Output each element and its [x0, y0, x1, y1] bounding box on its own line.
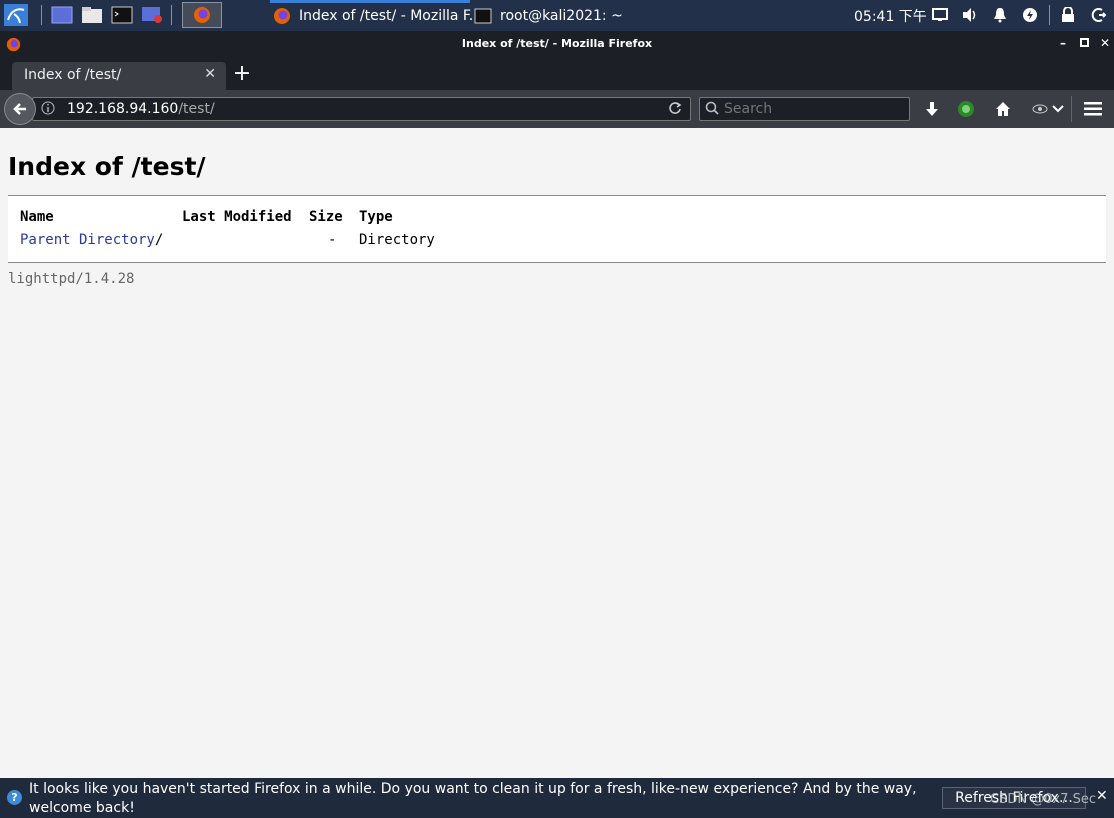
help-icon: ? — [7, 790, 22, 805]
url-bar[interactable]: 192.168.94.160/test/ — [32, 97, 691, 121]
new-tab-icon[interactable]: + — [232, 62, 252, 86]
window-title: Index of /test/ - Mozilla Firefox — [461, 37, 653, 50]
window-titlebar[interactable]: Index of /test/ - Mozilla Firefox – ✕ — [0, 31, 1114, 58]
maximize-icon[interactable] — [1077, 36, 1091, 50]
reload-icon[interactable] — [668, 101, 682, 119]
search-input[interactable] — [724, 100, 904, 118]
column-header-size[interactable]: Size — [309, 209, 343, 225]
chevron-down-icon[interactable] — [1048, 99, 1068, 119]
volume-icon[interactable] — [960, 4, 980, 26]
toolbar-separator — [1071, 96, 1072, 122]
screen-recorder-icon[interactable] — [140, 4, 164, 26]
firefox-icon — [274, 7, 290, 24]
close-notification-icon[interactable]: ✕ — [1096, 788, 1108, 804]
notification-message: It looks like you haven't started Firefo… — [29, 781, 917, 816]
panel-separator — [41, 5, 42, 25]
task-firefox[interactable]: Index of /test/ - Mozilla F... — [273, 0, 482, 31]
panel-separator — [171, 5, 172, 25]
navigation-toolbar: 192.168.94.160/test/ — [0, 90, 1114, 128]
top-panel: Index of /test/ - Mozilla F... root@kali… — [0, 0, 1114, 31]
logout-icon[interactable] — [1088, 4, 1108, 26]
watermark: CSDN @0x7 Sec — [990, 792, 1096, 807]
close-tab-icon[interactable]: ✕ — [204, 66, 216, 82]
display-icon[interactable] — [930, 4, 950, 26]
clock-text: 05:41 下午 — [854, 8, 927, 25]
url-host: 192.168.94.160 — [67, 101, 179, 117]
directory-listing: Name Last Modified Size Type Parent Dire… — [8, 195, 1106, 263]
terminal-icon — [474, 8, 492, 23]
row-type: Directory — [359, 232, 435, 248]
home-icon[interactable] — [993, 99, 1013, 119]
tab-index-of-test[interactable]: Index of /test/ ✕ — [12, 62, 226, 90]
file-manager-icon[interactable] — [80, 4, 104, 26]
tab-strip: Index of /test/ ✕ — [0, 58, 1114, 90]
notification-bar: ? It looks like you haven't started Fire… — [0, 778, 1114, 818]
server-signature: lighttpd/1.4.28 — [8, 271, 135, 287]
lock-icon[interactable] — [1058, 4, 1078, 26]
notification-bell-icon[interactable] — [990, 4, 1010, 26]
terminal-icon[interactable] — [110, 4, 134, 26]
row-size: - — [328, 232, 337, 248]
page-title: Index of /test/ — [8, 152, 206, 181]
site-info-icon[interactable] — [41, 101, 55, 119]
search-icon — [705, 101, 719, 119]
dir-suffix: / — [154, 232, 164, 248]
parent-directory-link[interactable]: Parent Directory — [20, 232, 155, 248]
task-label: root@kali2021: ~ — [500, 7, 623, 24]
task-terminal[interactable]: root@kali2021: ~ — [474, 0, 623, 31]
column-header-modified[interactable]: Last Modified — [182, 209, 292, 225]
url-path: /test/ — [178, 101, 215, 117]
column-header-type[interactable]: Type — [359, 209, 393, 225]
table-row: Parent Directory/ — [20, 232, 163, 248]
task-label: Index of /test/ - Mozilla F... — [299, 7, 483, 24]
search-bar[interactable] — [699, 97, 910, 121]
tracking-icon[interactable] — [1030, 99, 1050, 119]
hamburger-menu-icon[interactable] — [1083, 99, 1103, 119]
column-header-name[interactable]: Name — [20, 209, 54, 225]
extension-icon[interactable] — [956, 99, 976, 119]
back-arrow-icon — [13, 103, 26, 115]
panel-separator — [1049, 5, 1050, 25]
clock[interactable]: 05:41 下午 — [854, 0, 927, 31]
downloads-icon[interactable] — [922, 99, 942, 119]
power-manager-icon[interactable] — [1020, 4, 1040, 26]
kali-menu-icon[interactable] — [3, 4, 29, 26]
back-button[interactable] — [4, 93, 36, 125]
page-content: Index of /test/ Name Last Modified Size … — [0, 128, 1114, 778]
minimize-icon[interactable]: – — [1056, 36, 1070, 50]
tab-label: Index of /test/ — [24, 67, 122, 83]
firefox-launcher-icon[interactable] — [182, 2, 222, 28]
close-window-icon[interactable]: ✕ — [1098, 36, 1112, 50]
url-text: 192.168.94.160/test/ — [67, 101, 215, 117]
workspace-icon[interactable] — [50, 4, 74, 26]
